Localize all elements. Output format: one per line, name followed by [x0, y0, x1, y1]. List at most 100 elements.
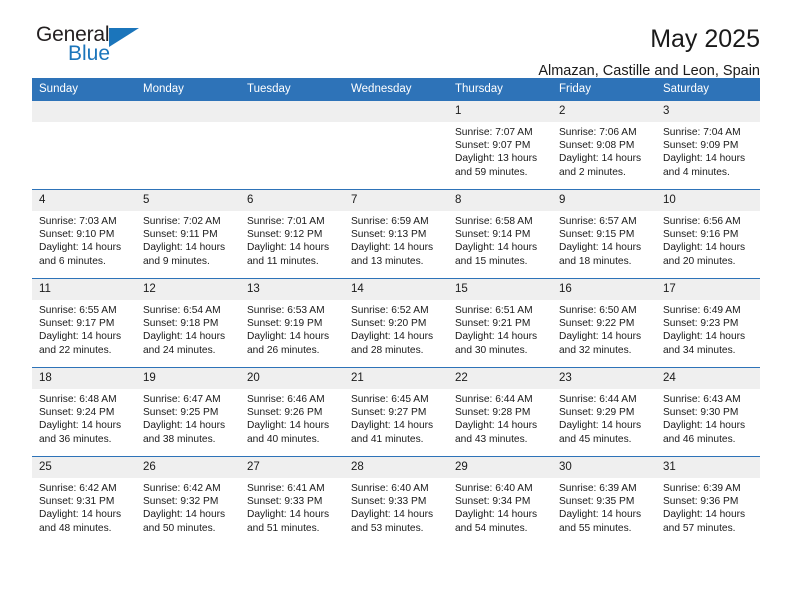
calendar-day-cell[interactable]: 25 Sunrise: 6:42 AM Sunset: 9:31 PM Dayligh… [32, 456, 136, 545]
sunrise-text: Sunrise: 6:41 AM [247, 483, 325, 494]
daylight-text: Daylight: 14 hours and 4 minutes. [663, 153, 746, 178]
calendar-day-cell[interactable]: 13 Sunrise: 6:53 AM Sunset: 9:19 PM Dayligh… [240, 278, 344, 368]
sunrise-text: Sunrise: 6:39 AM [663, 483, 741, 494]
day-number: 31 [656, 457, 760, 478]
calendar-day-cell[interactable]: 24 Sunrise: 6:43 AM Sunset: 9:30 PM Dayligh… [656, 367, 760, 457]
day-sun-info: Sunrise: 6:43 AM Sunset: 9:30 PM Daylight:… [656, 389, 760, 446]
calendar-cell-empty [32, 100, 136, 190]
calendar-page: General Blue May 2025 Almazan, Castille … [0, 0, 792, 612]
weekday-header-row: Sunday Monday Tuesday Wednesday Thursday Frid… [32, 78, 760, 101]
sunset-text: Sunset: 9:21 PM [455, 318, 531, 330]
sunrise-text: Sunrise: 6:52 AM [351, 305, 429, 316]
calendar-day-cell[interactable]: 3 Sunrise: 7:04 AM Sunset: 9:09 PM Daylight… [656, 100, 760, 190]
day-number: 10 [656, 190, 760, 211]
day-sun-info: Sunrise: 6:49 AM Sunset: 9:23 PM Daylight:… [656, 300, 760, 357]
calendar-day-cell[interactable]: 6 Sunrise: 7:01 AM Sunset: 9:12 PM Daylight… [240, 189, 344, 279]
page-subtitle: Almazan, Castille and Leon, Spain [538, 63, 760, 79]
sunrise-text: Sunrise: 6:43 AM [663, 394, 741, 405]
daylight-text: Daylight: 14 hours and 30 minutes. [455, 331, 538, 356]
calendar-day-cell[interactable]: 31 Sunrise: 6:39 AM Sunset: 9:36 PM Dayligh… [656, 456, 760, 545]
calendar-day-cell[interactable]: 23 Sunrise: 6:44 AM Sunset: 9:29 PM Dayligh… [552, 367, 656, 457]
calendar-day-cell[interactable]: 20 Sunrise: 6:46 AM Sunset: 9:26 PM Dayligh… [240, 367, 344, 457]
daylight-text: Daylight: 14 hours and 32 minutes. [559, 331, 642, 356]
day-sun-info: Sunrise: 7:02 AM Sunset: 9:11 PM Daylight:… [136, 211, 240, 268]
daylight-text: Daylight: 14 hours and 6 minutes. [39, 242, 122, 267]
calendar-day-cell[interactable]: 18 Sunrise: 6:48 AM Sunset: 9:24 PM Dayligh… [32, 367, 136, 457]
day-number: 23 [552, 368, 656, 389]
calendar-day-cell[interactable]: 29 Sunrise: 6:40 AM Sunset: 9:34 PM Dayligh… [448, 456, 552, 545]
sunset-text: Sunset: 9:31 PM [39, 496, 115, 508]
sunset-text: Sunset: 9:18 PM [143, 318, 219, 330]
sunset-text: Sunset: 9:29 PM [559, 407, 635, 419]
daylight-text: Daylight: 14 hours and 41 minutes. [351, 420, 434, 445]
sunset-text: Sunset: 9:24 PM [39, 407, 115, 419]
daylight-text: Daylight: 14 hours and 18 minutes. [559, 242, 642, 267]
day-sun-info: Sunrise: 6:54 AM Sunset: 9:18 PM Daylight:… [136, 300, 240, 357]
calendar-day-cell[interactable]: 7 Sunrise: 6:59 AM Sunset: 9:13 PM Daylight… [344, 189, 448, 279]
day-sun-info: Sunrise: 6:59 AM Sunset: 9:13 PM Daylight:… [344, 211, 448, 268]
day-number: 18 [32, 368, 136, 389]
day-number: 15 [448, 279, 552, 300]
day-number: 20 [240, 368, 344, 389]
daylight-text: Daylight: 14 hours and 36 minutes. [39, 420, 122, 445]
day-sun-info: Sunrise: 6:46 AM Sunset: 9:26 PM Daylight:… [240, 389, 344, 446]
daylight-text: Daylight: 14 hours and 24 minutes. [143, 331, 226, 356]
calendar-day-cell[interactable]: 12 Sunrise: 6:54 AM Sunset: 9:18 PM Dayligh… [136, 278, 240, 368]
day-number: 1 [448, 101, 552, 122]
calendar-day-cell[interactable]: 1 Sunrise: 7:07 AM Sunset: 9:07 PM Daylight… [448, 100, 552, 190]
day-number [32, 101, 136, 122]
calendar-day-cell[interactable]: 15 Sunrise: 6:51 AM Sunset: 9:21 PM Dayligh… [448, 278, 552, 368]
sunrise-text: Sunrise: 6:55 AM [39, 305, 117, 316]
sunset-text: Sunset: 9:25 PM [143, 407, 219, 419]
logo-triangle-icon [109, 28, 140, 47]
sunrise-text: Sunrise: 6:40 AM [351, 483, 429, 494]
calendar-week-row: 11 Sunrise: 6:55 AM Sunset: 9:17 PM Dayligh… [32, 278, 760, 368]
day-number: 27 [240, 457, 344, 478]
daylight-text: Daylight: 14 hours and 38 minutes. [143, 420, 226, 445]
calendar-day-cell[interactable]: 16 Sunrise: 6:50 AM Sunset: 9:22 PM Dayligh… [552, 278, 656, 368]
calendar-day-cell[interactable]: 21 Sunrise: 6:45 AM Sunset: 9:27 PM Dayligh… [344, 367, 448, 457]
day-number: 19 [136, 368, 240, 389]
daylight-text: Daylight: 14 hours and 13 minutes. [351, 242, 434, 267]
calendar-day-cell[interactable]: 14 Sunrise: 6:52 AM Sunset: 9:20 PM Dayligh… [344, 278, 448, 368]
daylight-text: Daylight: 13 hours and 59 minutes. [455, 153, 538, 178]
weekday-header-thursday: Thursday [448, 78, 552, 101]
calendar-day-cell[interactable]: 9 Sunrise: 6:57 AM Sunset: 9:15 PM Daylight… [552, 189, 656, 279]
general-blue-logo[interactable]: General Blue [32, 24, 140, 64]
day-number: 14 [344, 279, 448, 300]
calendar-day-cell[interactable]: 8 Sunrise: 6:58 AM Sunset: 9:14 PM Daylight… [448, 189, 552, 279]
calendar-cell-empty [240, 100, 344, 190]
day-sun-info: Sunrise: 6:58 AM Sunset: 9:14 PM Daylight:… [448, 211, 552, 268]
calendar-day-cell[interactable]: 10 Sunrise: 6:56 AM Sunset: 9:16 PM Dayligh… [656, 189, 760, 279]
calendar-day-cell[interactable]: 26 Sunrise: 6:42 AM Sunset: 9:32 PM Dayligh… [136, 456, 240, 545]
calendar-day-cell[interactable]: 4 Sunrise: 7:03 AM Sunset: 9:10 PM Daylight… [32, 189, 136, 279]
day-sun-info: Sunrise: 6:40 AM Sunset: 9:33 PM Daylight:… [344, 478, 448, 535]
weekday-row: Sunday Monday Tuesday Wednesday Thursday Frid… [32, 78, 760, 101]
calendar-cell-empty [344, 100, 448, 190]
sunrise-text: Sunrise: 6:42 AM [143, 483, 221, 494]
sunset-text: Sunset: 9:28 PM [455, 407, 531, 419]
sunrise-text: Sunrise: 7:03 AM [39, 216, 117, 227]
day-number: 4 [32, 190, 136, 211]
day-sun-info: Sunrise: 7:01 AM Sunset: 9:12 PM Daylight:… [240, 211, 344, 268]
daylight-text: Daylight: 14 hours and 9 minutes. [143, 242, 226, 267]
calendar-day-cell[interactable]: 11 Sunrise: 6:55 AM Sunset: 9:17 PM Dayligh… [32, 278, 136, 368]
day-number [240, 101, 344, 122]
day-number: 8 [448, 190, 552, 211]
sunset-text: Sunset: 9:15 PM [559, 229, 635, 241]
calendar-day-cell[interactable]: 22 Sunrise: 6:44 AM Sunset: 9:28 PM Dayligh… [448, 367, 552, 457]
calendar-day-cell[interactable]: 28 Sunrise: 6:40 AM Sunset: 9:33 PM Dayligh… [344, 456, 448, 545]
calendar-day-cell[interactable]: 30 Sunrise: 6:39 AM Sunset: 9:35 PM Dayligh… [552, 456, 656, 545]
calendar-day-cell[interactable]: 2 Sunrise: 7:06 AM Sunset: 9:08 PM Daylight… [552, 100, 656, 190]
calendar-day-cell[interactable]: 19 Sunrise: 6:47 AM Sunset: 9:25 PM Dayligh… [136, 367, 240, 457]
day-number: 24 [656, 368, 760, 389]
sunset-text: Sunset: 9:08 PM [559, 140, 635, 152]
sunrise-text: Sunrise: 6:44 AM [455, 394, 533, 405]
sunrise-text: Sunrise: 6:57 AM [559, 216, 637, 227]
calendar-day-cell[interactable]: 27 Sunrise: 6:41 AM Sunset: 9:33 PM Dayligh… [240, 456, 344, 545]
sunrise-text: Sunrise: 7:04 AM [663, 127, 741, 138]
daylight-text: Daylight: 14 hours and 57 minutes. [663, 509, 746, 534]
calendar-day-cell[interactable]: 5 Sunrise: 7:02 AM Sunset: 9:11 PM Daylight… [136, 189, 240, 279]
calendar-day-cell[interactable]: 17 Sunrise: 6:49 AM Sunset: 9:23 PM Dayligh… [656, 278, 760, 368]
daylight-text: Daylight: 14 hours and 22 minutes. [39, 331, 122, 356]
